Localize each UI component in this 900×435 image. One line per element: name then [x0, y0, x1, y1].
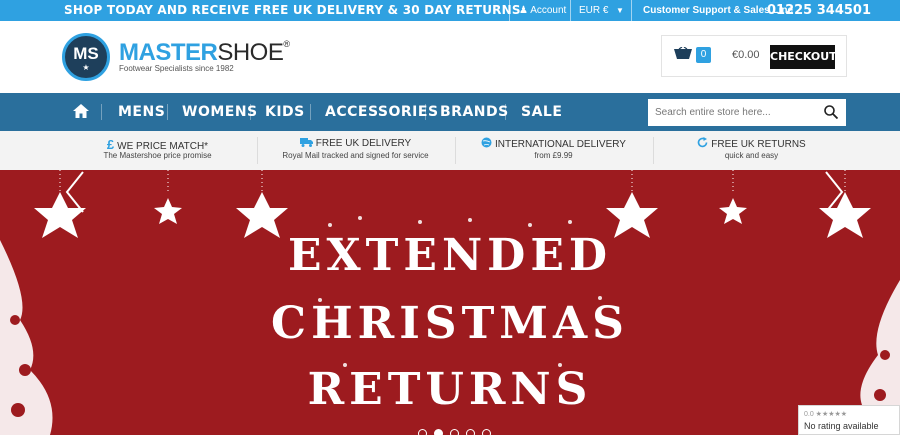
globe-icon	[481, 137, 492, 148]
brand-tagline: Footwear Specialists since 1982	[119, 64, 234, 73]
search-input[interactable]	[648, 99, 816, 126]
feature-title: INTERNATIONAL DELIVERY	[495, 139, 626, 150]
feature-subtitle: quick and easy	[724, 151, 779, 160]
slide-dot[interactable]	[450, 429, 459, 435]
caret-down-icon[interactable]: ▼	[616, 0, 624, 21]
star-icon: ★	[82, 63, 90, 72]
account-label: Account	[530, 5, 567, 16]
slide-dot-active[interactable]	[434, 429, 443, 435]
brand-name: MASTERSHOE®	[119, 39, 290, 67]
truck-icon	[299, 138, 313, 147]
feature-title: FREE UK RETURNS	[711, 139, 806, 150]
divider	[570, 0, 571, 21]
pound-icon: £	[106, 137, 115, 152]
slide-dot[interactable]	[418, 429, 427, 435]
checkout-button[interactable]: CHECKOUT	[770, 45, 837, 69]
currency-selector[interactable]: EUR €	[579, 0, 608, 21]
hero-banner[interactable]: EXTENDED CHRISTMAS RETURNS	[0, 170, 900, 435]
feature-price-match[interactable]: £ WE PRICE MATCH* The Mastershoe price pr…	[60, 131, 255, 170]
nav-divider	[505, 104, 506, 120]
registered-mark: ®	[283, 39, 290, 49]
nav-item-mens[interactable]: MENS	[118, 93, 165, 131]
divider	[509, 0, 510, 21]
feature-free-delivery[interactable]: FREE UK DELIVERY Royal Mail tracked and …	[258, 131, 453, 170]
divider	[631, 0, 632, 21]
nav-item-kids[interactable]: KIDS	[265, 93, 305, 131]
feature-international-delivery[interactable]: INTERNATIONAL DELIVERY from £9.99	[456, 131, 651, 170]
refresh-icon	[697, 137, 708, 148]
slide-dot[interactable]	[466, 429, 475, 435]
logo-initials: MS	[73, 44, 99, 63]
chevron-right-icon[interactable]	[822, 170, 846, 214]
feature-title: FREE UK DELIVERY	[315, 138, 412, 149]
cart-total: €0.00	[732, 49, 760, 61]
feature-free-returns[interactable]: FREE UK RETURNS quick and easy	[654, 131, 849, 170]
nav-divider	[167, 104, 168, 120]
headline-line1: EXTENDED	[287, 230, 613, 281]
slide-dot[interactable]	[482, 429, 491, 435]
search-box	[648, 99, 846, 126]
feature-subtitle: Royal Mail tracked and signed for servic…	[282, 151, 429, 160]
headline-line2: CHRISTMAS	[271, 298, 629, 349]
nav-item-accessories[interactable]: ACCESSORIES	[325, 93, 439, 131]
search-icon[interactable]	[824, 105, 838, 119]
home-icon[interactable]	[73, 104, 89, 118]
nav-divider	[310, 104, 311, 120]
promo-bar: SHOP TODAY AND RECEIVE FREE UK DELIVERY …	[0, 0, 900, 21]
rating-stars: 0.0 ★★★★★	[804, 411, 848, 418]
brand-part2: SHOE	[217, 39, 284, 66]
nav-divider	[250, 104, 251, 120]
user-icon: ♟	[519, 5, 528, 16]
account-link[interactable]: ♟ Account	[519, 0, 566, 21]
nav-item-brands[interactable]: BRANDS	[440, 93, 509, 131]
feature-subtitle: from £9.99	[534, 151, 573, 160]
rating-widget[interactable]: 0.0 ★★★★★ No rating available	[798, 405, 900, 435]
cart-count-badge: 0	[696, 47, 711, 63]
nav-item-womens[interactable]: WOMENS	[182, 93, 258, 131]
basket-icon	[674, 47, 692, 59]
brand-part1: MASTER	[119, 39, 218, 66]
logo-badge: MS ★	[62, 33, 110, 81]
features-strip: £ WE PRICE MATCH* The Mastershoe price pr…	[0, 131, 900, 170]
nav-item-sale[interactable]: SALE	[521, 93, 562, 131]
headline-line3: RETURNS	[307, 364, 593, 415]
feature-subtitle: The Mastershoe price promise	[103, 151, 212, 160]
support-phone[interactable]: 01225 344501	[767, 0, 871, 21]
nav-divider	[101, 104, 102, 120]
mini-cart[interactable]: 0 €0.00 CHECKOUT	[661, 35, 847, 77]
chevron-left-icon[interactable]	[63, 170, 87, 214]
rating-text: No rating available	[804, 421, 879, 431]
nav-divider	[425, 104, 426, 120]
promo-text: SHOP TODAY AND RECEIVE FREE UK DELIVERY …	[64, 3, 521, 17]
